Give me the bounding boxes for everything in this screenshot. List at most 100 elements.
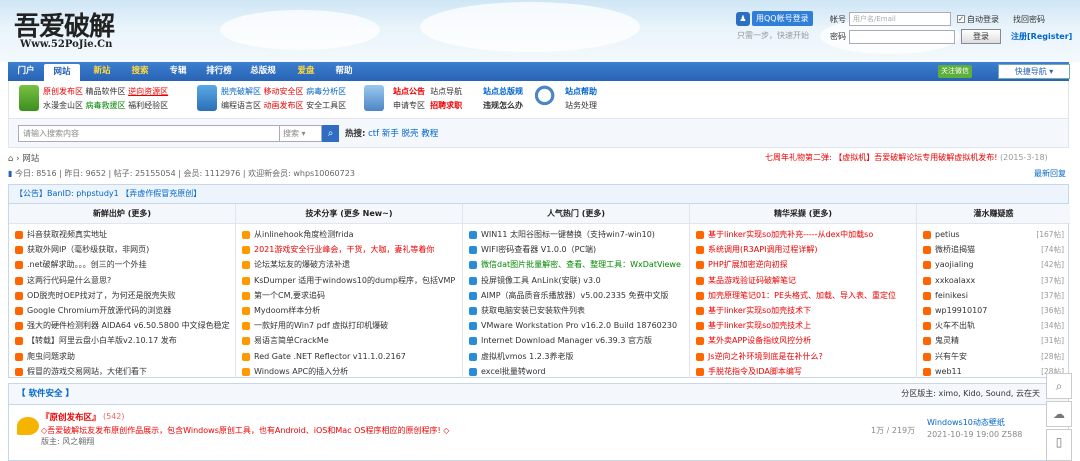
nav-album[interactable]: 专辑	[160, 62, 196, 81]
thread-title[interactable]: 基于linker实现so加壳技术上	[708, 321, 811, 330]
thread-title[interactable]: 火车不出轨	[935, 321, 975, 330]
thread-item[interactable]: 一款好用的Win7 pdf 虚拟打印机爆破	[242, 318, 462, 333]
thread-item[interactable]: PHP扩展加密逆向初探	[696, 257, 916, 272]
thread-title[interactable]: petius	[935, 230, 960, 239]
thread-title[interactable]: AIMP（高品质音乐播放器）v5.00.2335 免费中文版	[481, 291, 669, 300]
thread-title[interactable]: feinikesi	[935, 291, 968, 300]
thread-item[interactable]: xxkoalaxx [37帖]	[923, 273, 1070, 288]
subnav-jobs[interactable]: 招聘求职	[430, 101, 462, 110]
thread-item[interactable]: 获取电脑安装已安装软件列表	[469, 303, 689, 318]
thread-item[interactable]: AIMP（高品质音乐播放器）v5.00.2335 免费中文版	[469, 288, 689, 303]
nav-rank[interactable]: 排行榜	[198, 62, 240, 81]
thread-title[interactable]: 从inlinehook角度检测frida	[254, 230, 354, 239]
nav-portal[interactable]: 门户	[12, 62, 40, 81]
hot-newbie[interactable]: 新手	[382, 129, 399, 139]
search-input[interactable]: 请输入搜索内容	[18, 125, 280, 142]
thread-item[interactable]: 这两行代码是什么意思?	[15, 273, 235, 288]
thread-title[interactable]: yaojialing	[935, 260, 973, 269]
qq-login[interactable]: ♟ 用QQ帐号登录	[736, 11, 813, 26]
thread-title[interactable]: OD脱壳时OEP找对了，为何还是脱壳失败	[27, 291, 176, 300]
thread-title[interactable]: 一款好用的Win7 pdf 虚拟打印机爆破	[254, 321, 388, 330]
thread-title[interactable]: 某外卖APP设备指纹风控分析	[708, 336, 811, 345]
thread-item[interactable]: 基于linker实现so加壳补充-----从dex中加载so	[696, 227, 916, 242]
thread-title[interactable]: 加壳原理笔记01：PE头格式、加载、导入表、重定位	[708, 291, 896, 300]
subnav-programming[interactable]: 编程语言区	[221, 101, 261, 110]
search-button[interactable]: ⌕	[322, 125, 339, 142]
thread-item[interactable]: 虚拟机vmos 1.2.3养老版	[469, 349, 689, 364]
find-password-link[interactable]: 找回密码	[1013, 14, 1045, 25]
thread-title[interactable]: 获取外网IP（毫秒级获取，非网页)	[27, 245, 149, 254]
subnav-virus-rescue[interactable]: 病毒救援区	[86, 101, 126, 110]
thread-item[interactable]: 某外卖APP设备指纹风控分析	[696, 333, 916, 348]
thread-item[interactable]: KsDumper 适用于windows10的dump程序，包括VMP	[242, 273, 462, 288]
thread-item[interactable]: 易语言简单CrackMe	[242, 333, 462, 348]
thread-item[interactable]: 假冒的游戏交易网站，大佬们看下	[15, 364, 235, 379]
breadcrumb-current[interactable]: 网站	[22, 154, 39, 164]
thread-title[interactable]: 强大的硬件检测利器 AIDA64 v6.50.5800 中文绿色稳定	[27, 321, 230, 330]
subnav-apply[interactable]: 申请专区	[393, 101, 425, 110]
thread-title[interactable]: Mydoom样本分析	[254, 306, 320, 315]
thread-item[interactable]: OD脱壳时OEP找对了，为何还是脱壳失败	[15, 288, 235, 303]
thread-item[interactable]: VMware Workstation Pro v16.2.0 Build 187…	[469, 318, 689, 333]
thread-item[interactable]: Google Chromium开放源代码的浏览器	[15, 303, 235, 318]
thread-item[interactable]: 某品游戏验证码破解笔记	[696, 273, 916, 288]
nav-new[interactable]: 新站	[84, 62, 120, 81]
thread-item[interactable]: 加壳原理笔记01：PE头格式、加载、导入表、重定位	[696, 288, 916, 303]
thread-item[interactable]: 手脱花指令及IDA脚本编写	[696, 364, 916, 379]
thread-title[interactable]: 【转载】阿里云盘小白羊版v2.10.17 发布	[27, 336, 177, 345]
thread-item[interactable]: Js逆向之补环境到底是在补什么?	[696, 349, 916, 364]
site-logo[interactable]: 吾爱破解 Www.52PoJie.Cn	[14, 6, 164, 52]
thread-title[interactable]: 系统调用(R3API调用过程详解)	[708, 245, 818, 254]
thread-item[interactable]: 强大的硬件检测利器 AIDA64 v6.50.5800 中文绿色稳定	[15, 318, 235, 333]
thread-title[interactable]: 第一个CM,要求追码	[254, 291, 325, 300]
thread-title[interactable]: 手脱花指令及IDA脚本编写	[708, 367, 802, 376]
thread-title[interactable]: Js逆向之补环境到底是在补什么?	[708, 352, 823, 361]
thread-title[interactable]: 微信dat图片批量解密、查看、整理工具：WxDatViewe	[481, 260, 681, 269]
thread-title[interactable]: 易语言简单CrackMe	[254, 336, 329, 345]
password-input[interactable]	[849, 29, 955, 44]
column-header[interactable]: 灌水赚疑惑	[917, 204, 1070, 224]
thread-item[interactable]: feinikesi [37帖]	[923, 288, 1070, 303]
thread-item[interactable]: petius [167帖]	[923, 227, 1070, 242]
thread-item[interactable]: 兴有午安 [28帖]	[923, 349, 1070, 364]
thread-item[interactable]: 2021游戏安全行业峰会，干货，大咖，妻礼等着你	[242, 242, 462, 257]
thread-item[interactable]: 获取外网IP（毫秒级获取，非网页)	[15, 242, 235, 257]
thread-title[interactable]: 基于linker实现so加壳补充-----从dex中加载so	[708, 230, 873, 239]
thread-item[interactable]: 抖音获取视频真实地址	[15, 227, 235, 242]
nav-rules[interactable]: 总版规	[242, 62, 284, 81]
search-type-select[interactable]: 搜索 ▾	[280, 125, 322, 142]
thread-item[interactable]: Internet Download Manager v6.39.3 官方版	[469, 333, 689, 348]
thread-item[interactable]: Red Gate .NET Reflector v11.1.0.2167	[242, 349, 462, 364]
nav-search[interactable]: 搜索	[122, 62, 158, 81]
thread-title[interactable]: 虚拟机vmos 1.2.3养老版	[481, 352, 574, 361]
nav-site[interactable]: 网站	[44, 64, 80, 81]
subnav-violation[interactable]: 违规怎么办	[483, 101, 523, 110]
thread-item[interactable]: WIFI密码查看器 V1.0.0（PC端)	[469, 242, 689, 257]
subnav-unpack[interactable]: 脱壳破解区	[221, 87, 261, 96]
auto-login-checkbox[interactable]: ✓	[957, 15, 965, 23]
subnav-animation[interactable]: 动画发布区	[264, 101, 304, 110]
thread-item[interactable]: wp19910107 [36帖]	[923, 303, 1070, 318]
qq-login-button[interactable]: 用QQ帐号登录	[752, 11, 813, 26]
forum-name[interactable]: 『原创发布区』	[41, 411, 101, 423]
thread-title[interactable]: 获取电脑安装已安装软件列表	[481, 306, 585, 315]
forum-last-post[interactable]: Windows10动态壁纸	[927, 417, 1005, 428]
hot-ctf[interactable]: ctf	[368, 129, 379, 139]
subnav-site-nav[interactable]: 站点导航	[430, 87, 462, 96]
thread-title[interactable]: 假冒的游戏交易网站，大佬们看下	[27, 367, 147, 376]
thread-title[interactable]: 某品游戏验证码破解笔记	[708, 276, 796, 285]
nav-help[interactable]: 帮助	[326, 62, 362, 81]
thread-item[interactable]: 投屏镜像工具 AnLink(安联) v3.0	[469, 273, 689, 288]
side-chat-icon[interactable]: ☁	[1046, 401, 1072, 427]
thread-title[interactable]: 2021游戏安全行业峰会，干货，大咖，妻礼等着你	[254, 245, 434, 254]
thread-item[interactable]: excel批量转word	[469, 364, 689, 379]
subnav-affairs[interactable]: 站务处理	[565, 101, 597, 110]
thread-title[interactable]: Red Gate .NET Reflector v11.1.0.2167	[254, 352, 406, 361]
thread-title[interactable]: xxkoalaxx	[935, 276, 975, 285]
thread-item[interactable]: 微信dat图片批量解密、查看、整理工具：WxDatViewe	[469, 257, 689, 272]
thread-item[interactable]: 从inlinehook角度检测frida	[242, 227, 462, 242]
thread-title[interactable]: Windows APC的插入分析	[254, 367, 348, 376]
register-link[interactable]: 注册[Register]	[1011, 31, 1072, 42]
thread-title[interactable]: WIN11 太阳谷图标一键替换（支持win7-win10)	[481, 230, 655, 239]
thread-title[interactable]: 抖音获取视频真实地址	[27, 230, 107, 239]
